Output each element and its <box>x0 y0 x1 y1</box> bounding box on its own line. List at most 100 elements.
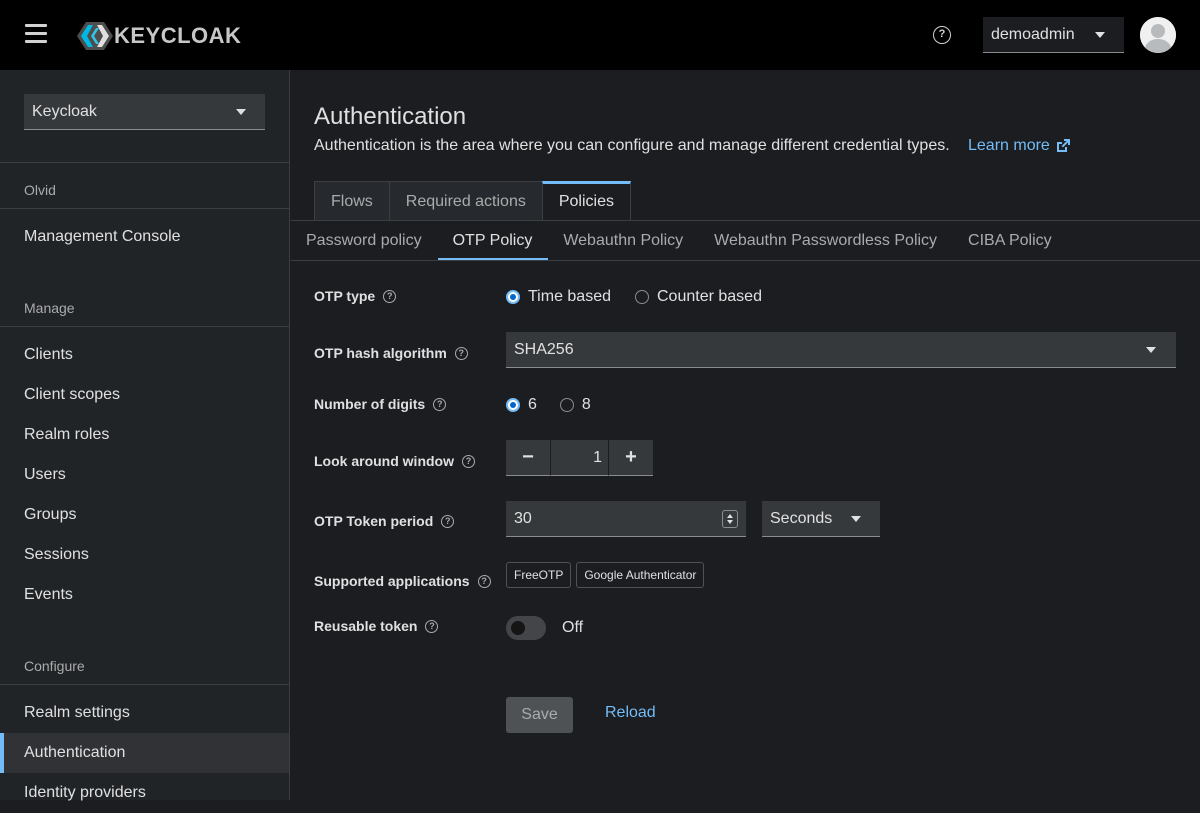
logo-text: KEYCLOAK <box>114 23 242 48</box>
radio-digits-6[interactable] <box>506 398 520 412</box>
chevron-down-icon <box>1146 347 1156 353</box>
subtab-otp-policy[interactable]: OTP Policy <box>437 221 549 261</box>
radio-digits-8[interactable] <box>559 398 574 412</box>
tab-required-actions[interactable]: Required actions <box>388 181 542 221</box>
subtab-webauthn-policy[interactable]: Webauthn Policy <box>548 221 699 261</box>
otp-type-text: OTP type <box>314 288 376 304</box>
help-icon[interactable]: ? <box>454 346 468 360</box>
sidebar-item-clients[interactable]: Clients <box>0 335 289 375</box>
sidebar-item-sessions[interactable]: Sessions <box>0 535 289 575</box>
sidebar-item-events[interactable]: Events <box>0 575 289 615</box>
divider <box>0 162 290 163</box>
external-link-icon <box>1056 139 1070 152</box>
number-of-digits-radio-group: 6 8 <box>506 396 591 414</box>
look-around-window-input[interactable]: 1 <box>550 440 609 476</box>
sidebar-section-configure: Configure <box>24 658 85 674</box>
tab-flows[interactable]: Flows <box>314 181 389 221</box>
divider <box>0 326 290 327</box>
reusable-token-label: Reusable token ? <box>314 618 439 634</box>
sidebar-item-realm-roles[interactable]: Realm roles <box>0 415 289 455</box>
keycloak-logo-icon <box>77 22 113 50</box>
sidebar: Keycloak Olvid Management Console Manage… <box>0 70 290 801</box>
sidebar-item-users[interactable]: Users <box>0 455 289 495</box>
realm-name: Keycloak <box>32 103 97 120</box>
sidebar-item-client-scopes[interactable]: Client scopes <box>0 375 289 415</box>
reusable-token-text: Reusable token <box>314 618 418 634</box>
otp-hash-algorithm-value: SHA256 <box>514 341 574 358</box>
otp-hash-algorithm-text: OTP hash algorithm <box>314 345 447 361</box>
sidebar-item-realm-settings[interactable]: Realm settings <box>0 693 289 733</box>
number-of-digits-text: Number of digits <box>314 396 426 412</box>
otp-type-radio-group: Time based Counter based <box>506 288 762 306</box>
radio-counter-based[interactable] <box>635 290 649 304</box>
tab-policies[interactable]: Policies <box>541 181 631 221</box>
page-description: Authentication is the area where you can… <box>314 137 950 154</box>
radio-counter-based-label: Counter based <box>657 288 762 305</box>
divider <box>0 208 290 209</box>
keycloak-logo[interactable]: KEYCLOAK <box>77 20 241 52</box>
sidebar-item-management-console[interactable]: Management Console <box>0 217 289 257</box>
otp-token-period-value: 30 <box>514 510 532 527</box>
tabs: Flows Required actions Policies <box>314 181 631 221</box>
learn-more-link[interactable]: Learn more <box>968 137 1071 155</box>
otp-hash-algorithm-label: OTP hash algorithm ? <box>314 345 468 361</box>
otp-token-period-label: OTP Token period ? <box>314 513 455 529</box>
avatar-icon <box>1140 17 1176 53</box>
decrement-button[interactable]: − <box>506 440 550 476</box>
radio-digits-6-label: 6 <box>528 396 537 413</box>
otp-token-period-input[interactable]: 30 <box>506 501 746 537</box>
spinner-icon[interactable] <box>722 510 738 528</box>
sidebar-item-identity-providers[interactable]: Identity providers <box>0 773 289 813</box>
divider <box>291 260 1200 261</box>
supported-applications-text: Supported applications <box>314 573 470 589</box>
sidebar-section-manage: Manage <box>24 300 75 316</box>
help-icon[interactable]: ? <box>433 397 447 411</box>
otp-token-period-unit-select[interactable]: Seconds <box>762 501 880 537</box>
otp-type-label: OTP type ? <box>314 288 397 304</box>
help-icon[interactable]: ? <box>477 574 491 588</box>
realm-selector[interactable]: Keycloak <box>24 94 265 130</box>
help-icon[interactable]: ? <box>933 26 951 44</box>
reusable-token-toggle[interactable] <box>506 616 546 640</box>
user-dropdown[interactable]: demoadmin <box>983 17 1124 53</box>
help-icon[interactable]: ? <box>462 454 475 468</box>
avatar[interactable] <box>1140 17 1176 53</box>
number-of-digits-label: Number of digits ? <box>314 396 447 412</box>
save-button[interactable]: Save <box>506 697 573 733</box>
masthead: KEYCLOAK ? demoadmin <box>0 0 1200 70</box>
help-icon[interactable]: ? <box>441 514 455 528</box>
otp-token-period-unit: Seconds <box>770 510 833 527</box>
divider <box>0 684 290 685</box>
radio-time-based[interactable] <box>506 290 520 304</box>
subtab-webauthn-passwordless-policy[interactable]: Webauthn Passwordless Policy <box>699 221 953 261</box>
subtab-ciba-policy[interactable]: CIBA Policy <box>953 221 1068 261</box>
chip-google-authenticator: Google Authenticator <box>576 562 705 588</box>
reload-button[interactable]: Reload <box>605 704 656 722</box>
help-icon[interactable]: ? <box>383 289 397 303</box>
look-around-window-text: Look around window <box>314 453 454 469</box>
look-around-window-stepper: − 1 + <box>506 440 653 476</box>
reusable-token-state: Off <box>562 619 584 636</box>
sidebar-item-authentication[interactable]: Authentication <box>0 733 289 773</box>
chip-freeotp: FreeOTP <box>506 562 572 588</box>
hamburger-menu-icon[interactable] <box>25 24 47 46</box>
otp-hash-algorithm-select[interactable]: SHA256 <box>506 332 1176 368</box>
subtabs: Password policy OTP Policy Webauthn Poli… <box>291 221 1068 261</box>
user-name: demoadmin <box>991 25 1075 43</box>
supported-applications-label: Supported applications ? <box>314 573 491 589</box>
increment-button[interactable]: + <box>609 440 653 476</box>
subtab-password-policy[interactable]: Password policy <box>291 221 438 261</box>
sidebar-item-groups[interactable]: Groups <box>0 495 289 535</box>
chevron-down-icon <box>1095 32 1105 38</box>
main-content: Authentication Authentication is the are… <box>291 70 1200 800</box>
look-around-window-label: Look around window ? <box>314 453 475 469</box>
radio-digits-8-label: 8 <box>581 396 591 413</box>
page-title: Authentication <box>314 103 467 130</box>
chevron-down-icon <box>851 516 861 522</box>
otp-token-period-text: OTP Token period <box>314 513 434 529</box>
supported-applications-chips: FreeOTP Google Authenticator <box>506 562 709 588</box>
sidebar-section-realm: Olvid <box>24 182 56 198</box>
learn-more-label: Learn more <box>968 137 1050 154</box>
help-icon[interactable]: ? <box>425 619 439 633</box>
radio-time-based-label: Time based <box>528 288 611 305</box>
